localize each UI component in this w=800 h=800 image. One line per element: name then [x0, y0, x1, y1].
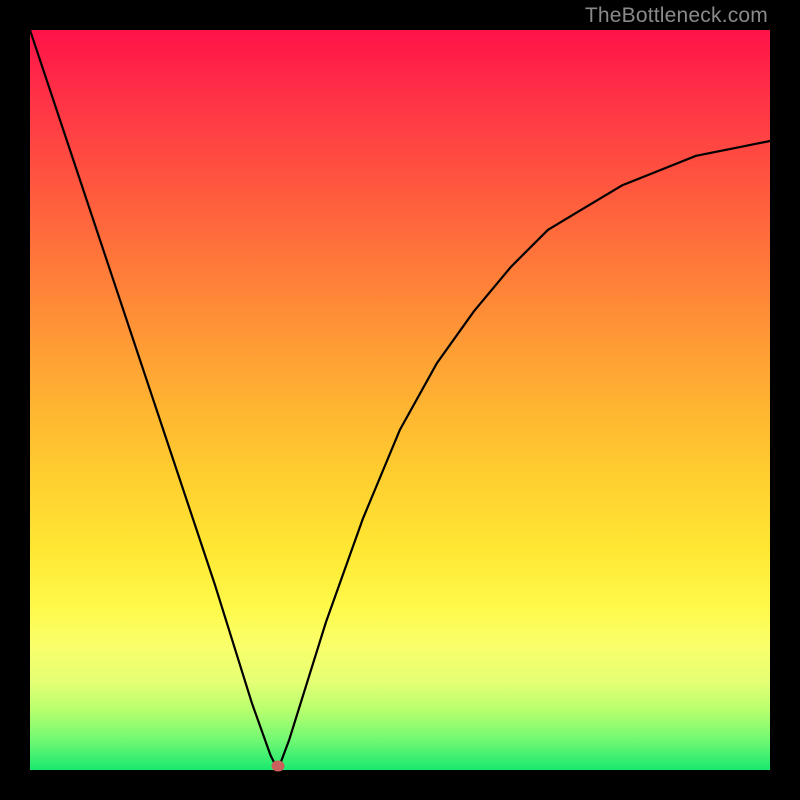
bottleneck-curve — [30, 30, 770, 770]
plot-area — [30, 30, 770, 770]
watermark-text: TheBottleneck.com — [585, 4, 768, 28]
minimum-marker — [271, 761, 284, 772]
chart-frame: TheBottleneck.com — [0, 0, 800, 800]
